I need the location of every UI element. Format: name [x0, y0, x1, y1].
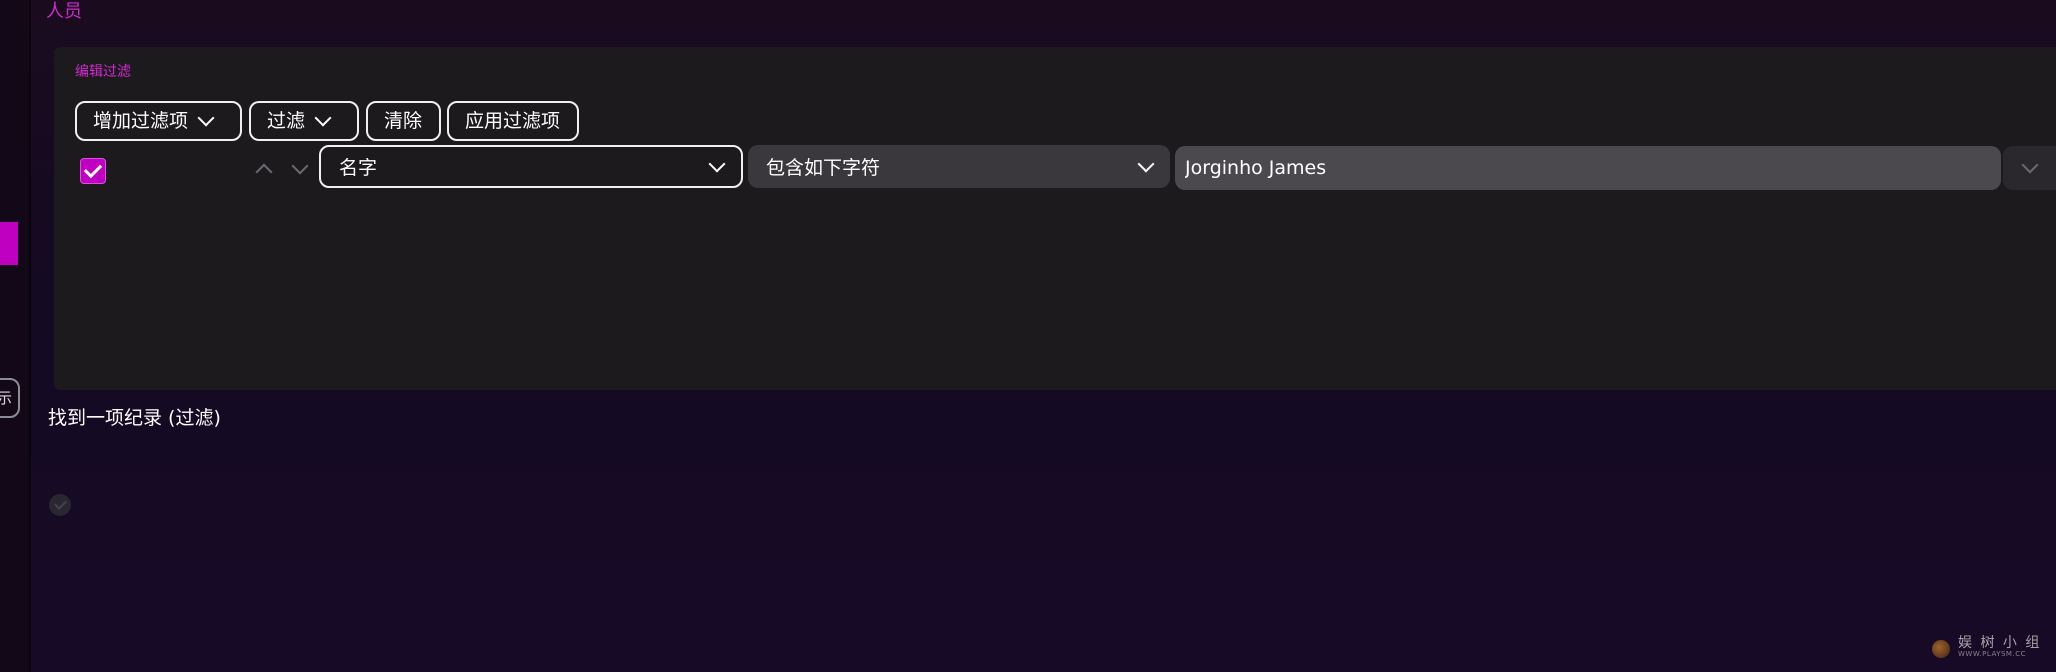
rail-active-indicator[interactable]	[0, 222, 18, 265]
watermark-sub-text: WWW.PLAYSM.CC	[1958, 650, 2026, 658]
filter-field-select[interactable]: 名字	[319, 145, 743, 188]
filter-panel	[54, 47, 2056, 390]
section-title: 人员	[46, 1, 82, 22]
add-filter-button[interactable]: 增加过滤项	[75, 101, 242, 141]
move-filter-up-button[interactable]	[252, 157, 276, 181]
chevron-down-icon	[1137, 155, 1155, 172]
check-icon[interactable]	[49, 494, 71, 516]
record-count-text: 找到一项纪录 (过滤)	[48, 407, 221, 429]
rail-pill-button[interactable]: 示	[0, 378, 20, 418]
watermark-main-text: 娱 树 小 组	[1958, 635, 2042, 651]
filter-field-value: 名字	[339, 157, 378, 179]
page: 示 人员 编辑过滤 增加过滤项 过滤 清除 应用过滤项 名字 包含如下字符 找到…	[0, 0, 2056, 672]
left-rail: 示	[0, 0, 31, 672]
chevron-down-icon	[708, 155, 726, 172]
apply-filter-button[interactable]: 应用过滤项	[447, 101, 579, 141]
watermark-text: 娱 树 小 组 WWW.PLAYSM.CC	[1958, 635, 2042, 660]
add-filter-label: 增加过滤项	[93, 109, 189, 132]
chevron-down-icon	[291, 157, 309, 175]
apply-filter-label: 应用过滤项	[465, 109, 561, 132]
row-expander-button[interactable]	[2003, 146, 2056, 190]
rail-pill-label: 示	[0, 389, 12, 407]
filter-operator-value: 包含如下字符	[766, 157, 881, 179]
chevron-down-icon	[2021, 156, 2038, 174]
filter-operator-select[interactable]: 包含如下字符	[748, 145, 1170, 188]
clear-label: 清除	[384, 109, 423, 132]
filter-dropdown-label: 过滤	[267, 109, 306, 132]
chevron-down-icon	[197, 109, 215, 127]
filter-value-input[interactable]	[1175, 146, 2001, 190]
move-filter-down-button[interactable]	[288, 157, 312, 181]
filter-row-enabled-checkbox[interactable]	[80, 158, 106, 184]
watermark-logo-icon	[1932, 640, 1950, 658]
filter-panel-label: 编辑过滤	[75, 64, 131, 80]
chevron-up-icon	[255, 163, 273, 181]
watermark: 娱 树 小 组 WWW.PLAYSM.CC	[1932, 634, 2052, 664]
chevron-down-icon	[314, 109, 332, 127]
clear-button[interactable]: 清除	[366, 101, 441, 141]
filter-dropdown-button[interactable]: 过滤	[249, 101, 359, 141]
